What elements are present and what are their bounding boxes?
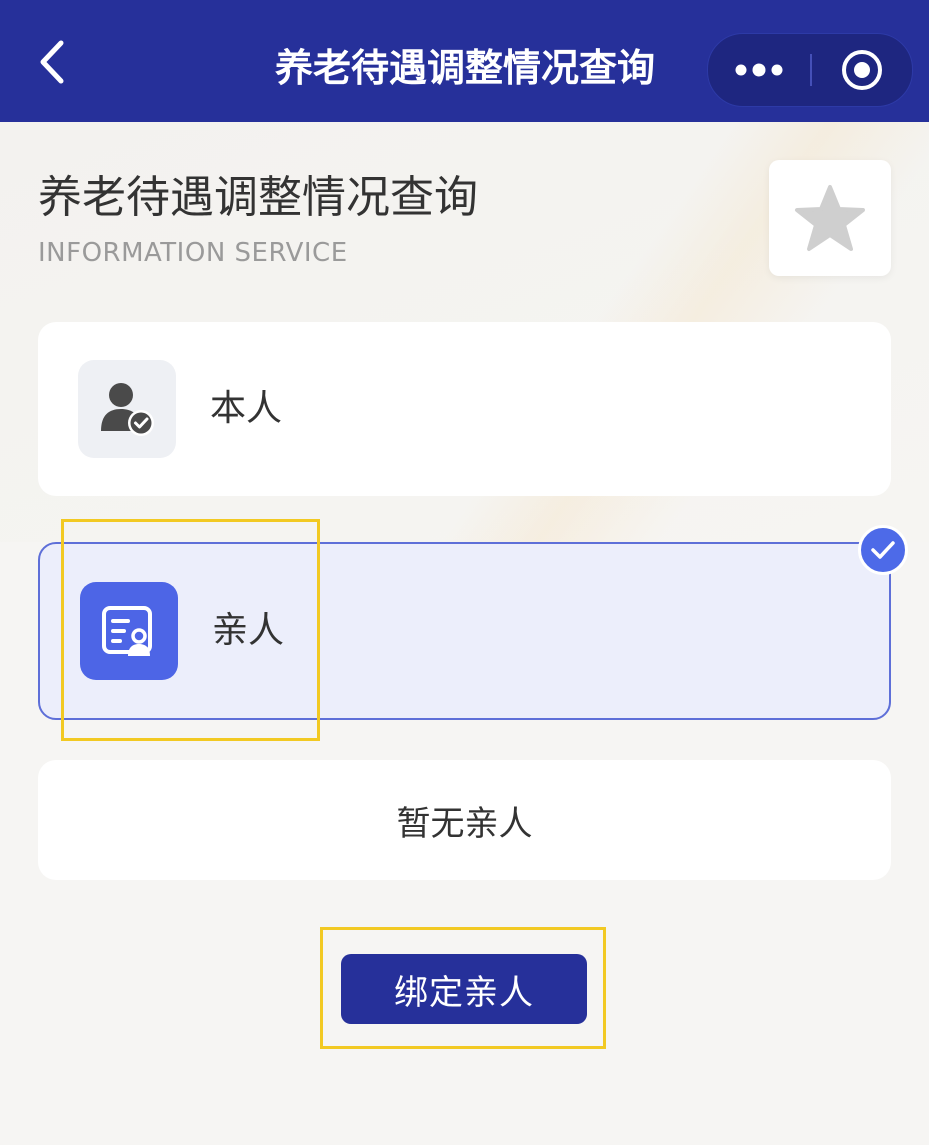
option-self-label: 本人 (210, 388, 283, 429)
page-subtitle: INFORMATION SERVICE (38, 238, 348, 268)
self-icon-tile (78, 360, 176, 458)
empty-relatives-text: 暂无亲人 (396, 804, 533, 844)
favorite-button[interactable] (769, 160, 891, 276)
nav-title: 养老待遇调整情况查询 (274, 46, 655, 90)
person-check-icon (101, 383, 154, 436)
selected-check-icon (858, 525, 908, 575)
chevron-left-icon (40, 40, 64, 84)
id-card-person-icon (102, 606, 152, 656)
back-button[interactable] (28, 38, 76, 86)
option-relative-label: 亲人 (212, 610, 285, 651)
close-button[interactable] (812, 34, 912, 106)
empty-relatives-card: 暂无亲人 (38, 760, 891, 880)
bind-relative-button[interactable]: 绑定亲人 (341, 954, 587, 1024)
relative-icon-tile (80, 582, 178, 680)
option-relative-card[interactable]: 亲人 (38, 542, 891, 720)
target-circle-icon (842, 50, 882, 90)
nav-bar: 养老待遇调整情况查询 (0, 0, 929, 122)
more-dots-icon (735, 63, 783, 77)
page-title: 养老待遇调整情况查询 (38, 172, 478, 223)
star-icon (795, 185, 865, 251)
mini-program-capsule (707, 33, 913, 107)
more-button[interactable] (708, 34, 810, 106)
option-self-card[interactable]: 本人 (38, 322, 891, 496)
